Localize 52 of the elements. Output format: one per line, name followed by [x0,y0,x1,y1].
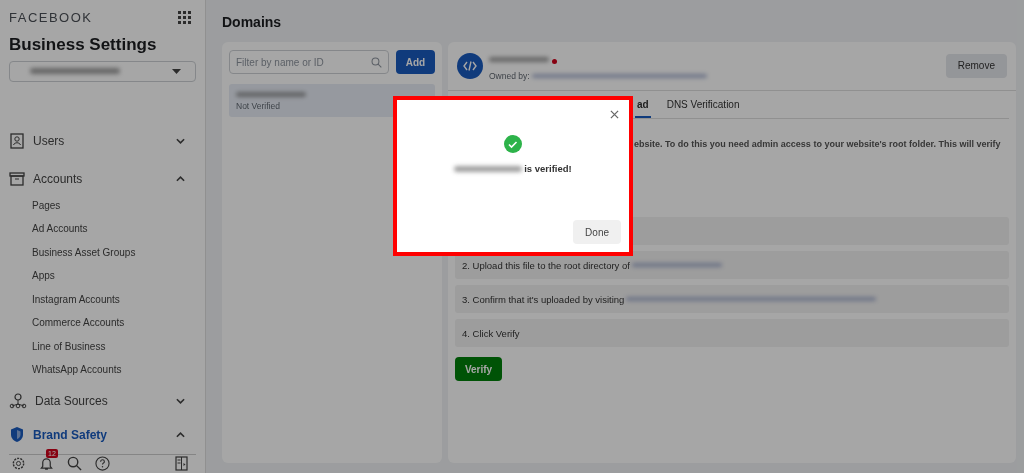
nav-section[interactable]: Accounts [0,163,205,194]
settings-icon[interactable] [11,456,26,472]
page-heading: Business Settings [8,34,158,56]
step-text: 4. Click Verify [462,327,520,339]
chevron-down-icon [176,397,185,404]
code-icon [457,52,483,79]
close-icon [610,110,619,119]
nav-item[interactable]: Ad Accounts [0,217,205,241]
help-icon[interactable] [95,456,110,472]
owner-label: Owned by: [489,71,530,81]
brand-name: FACEBOOK [9,10,93,25]
tab[interactable]: ad [635,91,651,118]
shield-icon [9,426,25,444]
blurred-redaction [489,57,549,63]
chevron-down-icon [176,137,185,144]
nav-section[interactable]: Brand Safety [0,419,205,450]
nav-item[interactable]: Business Asset Groups [0,240,205,265]
search-icon[interactable] [67,456,82,472]
verify-button[interactable]: Verify [455,357,502,381]
step-text: 3. Confirm that it's uploaded by visiting [462,293,625,305]
chevron-up-icon [176,431,185,438]
verification-status: Not Verified [236,101,281,111]
network-icon [9,392,27,409]
tab[interactable]: DNS Verification [664,91,742,118]
nav-item[interactable]: Instagram Accounts [0,287,205,312]
status-dot [552,59,557,64]
close-button[interactable] [608,108,621,121]
caret-icon [172,68,181,74]
blurred-redaction [454,165,523,172]
check-circle-icon [504,135,522,153]
search-icon [371,56,382,68]
grid-menu-icon[interactable] [178,11,191,24]
chevron-up-icon [176,175,185,182]
nav-section[interactable]: Users [0,125,205,156]
section-title: Domains [222,14,283,30]
remove-button[interactable]: Remove [945,53,1007,78]
add-button[interactable]: Add [396,50,435,74]
nav-item[interactable]: Line of Business [0,334,205,359]
step-text: 2. Upload this file to the root directory of [462,259,630,271]
instructions-text: ebsite. To do this you need admin access to your website's root folder. This will verify [634,139,1001,149]
nav-item[interactable]: Pages [0,193,205,218]
done-button[interactable]: Done [573,220,621,244]
nav-item[interactable]: WhatsApp Accounts [0,358,205,382]
success-message: is verified! [524,163,572,174]
notifications-icon[interactable] [39,456,54,472]
nav-section[interactable]: Data Sources [0,385,205,416]
panel-toggle-icon[interactable] [175,456,188,472]
archive-box-icon [9,171,25,186]
id-card-icon [9,132,25,149]
nav-item[interactable]: Commerce Accounts [0,311,205,335]
blurred-redaction [236,92,306,97]
nav-item[interactable]: Apps [0,264,205,288]
